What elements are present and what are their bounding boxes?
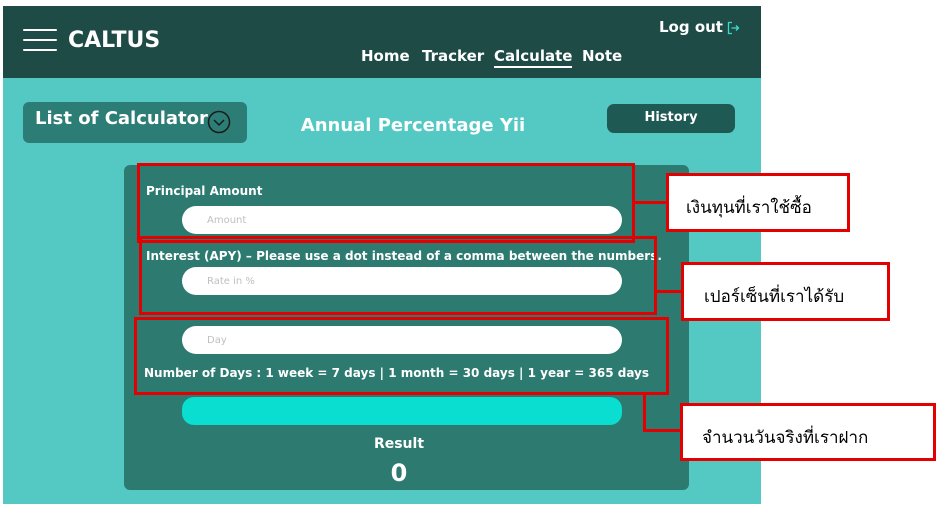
calculator-list-label: List of Calculator: [35, 108, 208, 129]
nav-home[interactable]: Home: [361, 47, 410, 65]
principal-callout: เงินทุนที่เราใช้ซื้อ: [666, 173, 850, 232]
interest-connector: [656, 290, 682, 293]
page-title: Annual Percentage Yii: [300, 115, 526, 136]
interest-callout: เปอร์เซ็นที่เราได้รับ: [681, 262, 890, 321]
days-connector-vertical: [643, 394, 646, 432]
result-value: 0: [390, 459, 408, 487]
history-button[interactable]: History: [607, 104, 735, 133]
logout-icon[interactable]: [726, 21, 740, 35]
principal-connector: [634, 201, 666, 204]
calculate-button[interactable]: [182, 397, 622, 425]
brand-logo: CALTUS: [68, 28, 161, 53]
principal-highlight: [137, 163, 635, 243]
days-highlight: [134, 317, 669, 395]
nav-calculate[interactable]: Calculate: [494, 47, 573, 68]
nav-note[interactable]: Note: [582, 47, 622, 65]
days-connector-horizontal: [643, 429, 682, 432]
result-label: Result: [373, 436, 425, 452]
days-callout: จำนวนวันจริงที่เราฝาก: [680, 403, 936, 461]
top-header: CALTUS Home Tracker Calculate Note Log o…: [3, 6, 761, 78]
hamburger-icon[interactable]: [23, 29, 57, 51]
logout-link[interactable]: Log out: [659, 18, 723, 36]
interest-highlight: [139, 236, 657, 315]
nav-tracker[interactable]: Tracker: [422, 47, 484, 65]
